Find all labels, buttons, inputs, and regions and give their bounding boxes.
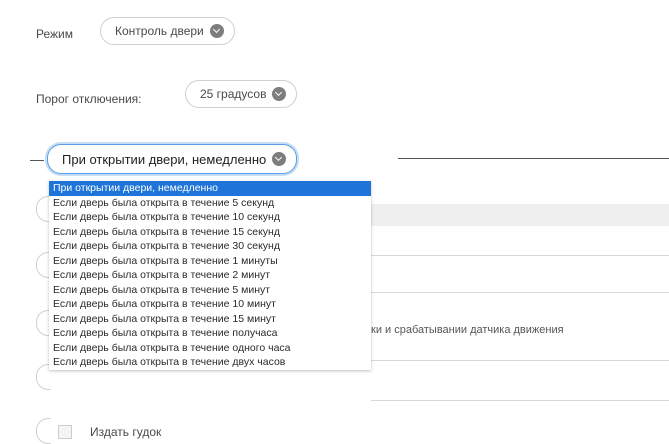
- trigger-option[interactable]: Если дверь была открыта в течение 10 мин…: [49, 297, 371, 312]
- trigger-option[interactable]: Если дверь была открыта в течение 2 мину…: [49, 268, 371, 283]
- background-control: [36, 418, 51, 444]
- delay-select[interactable]: 25 градусов: [185, 80, 298, 108]
- background-divider: [371, 255, 669, 256]
- trigger-option[interactable]: При открытии двери, немедленно: [49, 181, 371, 196]
- trigger-select-value: При открытии двери, немедленно: [62, 151, 267, 167]
- trigger-option[interactable]: Если дверь была открыта в течение одного…: [49, 341, 371, 356]
- trigger-select[interactable]: При открытии двери, немедленно: [47, 144, 298, 174]
- section-divider-right: [398, 158, 669, 159]
- background-divider: [371, 360, 669, 361]
- beep-checkbox-label: Издать гудок: [90, 425, 162, 439]
- chevron-down-icon: [272, 152, 287, 166]
- trigger-option[interactable]: Если дверь была открыта в течение 15 сек…: [49, 225, 371, 240]
- trigger-option[interactable]: Если дверь была открыта в течение 15 мин…: [49, 312, 371, 327]
- delay-select-value: 25 градусов: [200, 87, 267, 101]
- trigger-option[interactable]: Если дверь была открыта в течение 5 секу…: [49, 196, 371, 211]
- background-bar: [371, 204, 669, 226]
- section-divider-left: [30, 160, 44, 161]
- motion-sensor-text: ки и срабатывании датчика движения: [371, 324, 564, 336]
- chevron-down-icon: [272, 87, 287, 101]
- chevron-down-icon: [209, 24, 224, 38]
- trigger-options-list[interactable]: При открытии двери, немедленно Если дверь…: [49, 181, 371, 370]
- background-divider: [371, 292, 669, 293]
- trigger-option[interactable]: Если дверь была открыта в течение 5 мину…: [49, 283, 371, 298]
- trigger-option[interactable]: Если дверь была открыта в течение 30 сек…: [49, 239, 371, 254]
- trigger-option[interactable]: Если дверь была открыта в течение двух ч…: [49, 355, 371, 370]
- mode-select[interactable]: Контроль двери: [100, 17, 235, 45]
- mode-label: Режим: [36, 27, 73, 41]
- trigger-option[interactable]: Если дверь была открыта в течение 10 сек…: [49, 210, 371, 225]
- delay-label: Порог отключения:: [36, 92, 142, 106]
- beep-checkbox[interactable]: [58, 425, 72, 439]
- trigger-option[interactable]: Если дверь была открыта в течение 1 мину…: [49, 254, 371, 269]
- mode-select-value: Контроль двери: [115, 24, 204, 38]
- trigger-option[interactable]: Если дверь была открыта в течение получа…: [49, 326, 371, 341]
- background-divider: [371, 400, 669, 401]
